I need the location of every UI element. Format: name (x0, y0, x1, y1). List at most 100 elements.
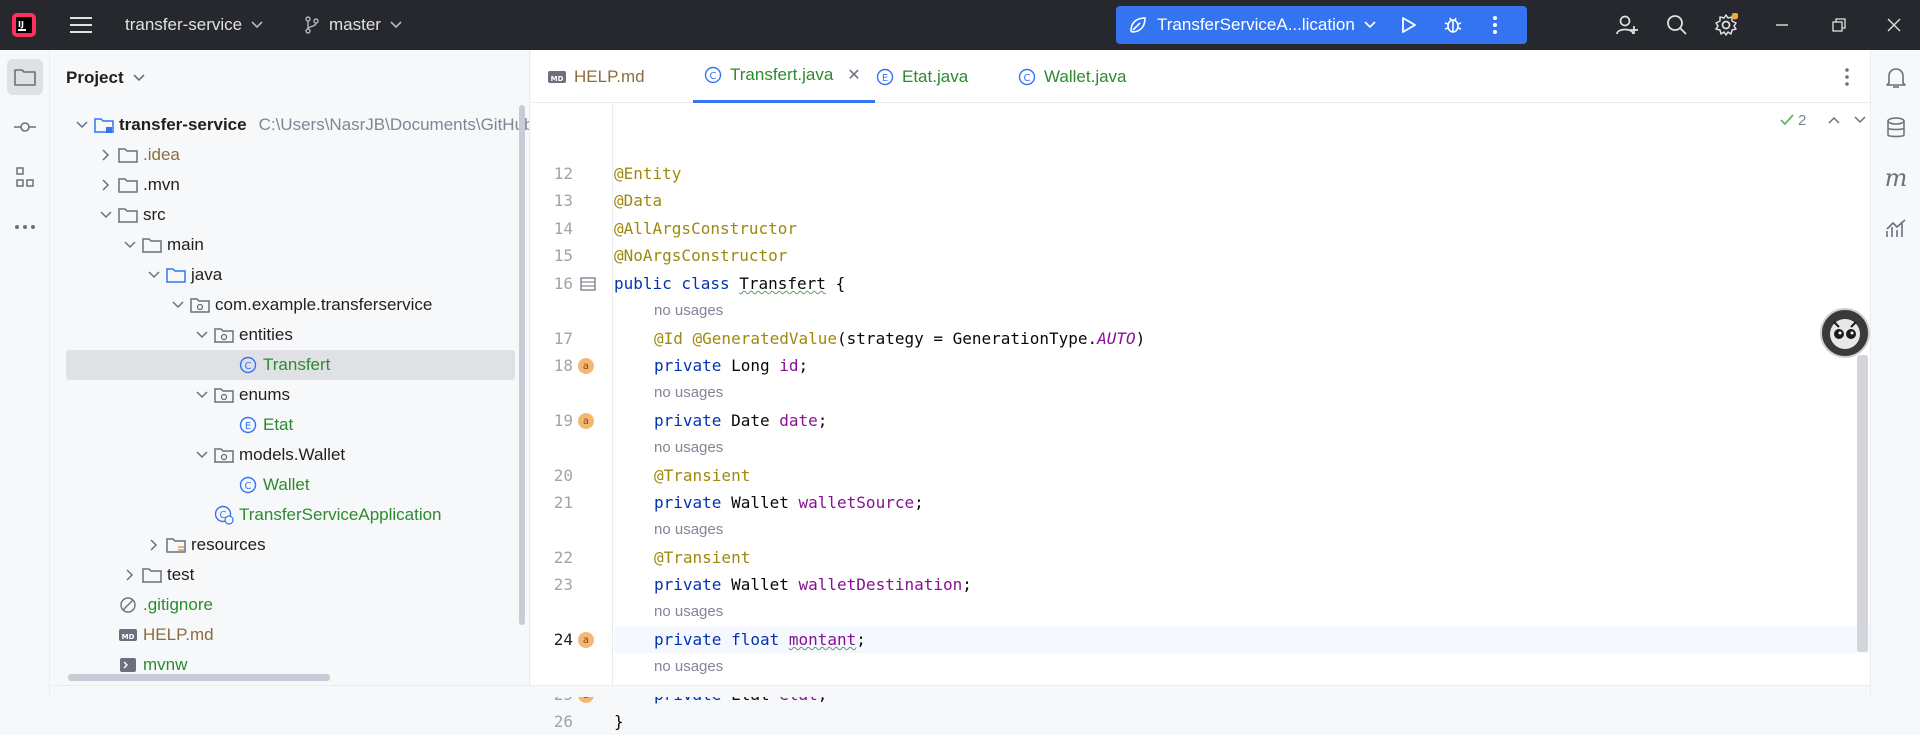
tree-item-label: TransferServiceApplication (239, 505, 442, 524)
structure-tool-button[interactable] (7, 159, 43, 195)
chevron-right-icon[interactable] (143, 539, 165, 551)
restore-icon (1832, 18, 1846, 32)
resources-folder-icon (165, 534, 187, 556)
tree-item-help-md[interactable]: MD HELP.md (66, 620, 515, 650)
tree-item-resources[interactable]: resources (66, 530, 515, 560)
tree-item-gitignore[interactable]: .gitignore (66, 590, 515, 620)
main-menu-icon[interactable] (70, 0, 92, 50)
chevron-right-icon[interactable] (119, 569, 141, 581)
chevron-right-icon[interactable] (95, 179, 117, 191)
project-horizontal-scrollbar[interactable] (68, 674, 330, 681)
line-number: 24 (553, 630, 573, 649)
more-actions-button[interactable] (1492, 6, 1498, 44)
tree-item-wallet[interactable]: C Wallet (66, 470, 515, 500)
tree-item-label: mvnw (143, 655, 188, 674)
tabs-more-button[interactable] (1837, 65, 1857, 89)
tree-item-label: .gitignore (143, 595, 213, 614)
tree-item-entities[interactable]: entities (66, 320, 515, 350)
tree-item-main[interactable]: main (66, 230, 515, 260)
floating-avatar[interactable] (1820, 308, 1870, 358)
editor-vertical-scrollbar[interactable] (1857, 355, 1868, 652)
close-window-button[interactable] (1887, 0, 1901, 50)
class-hierarchy-icon[interactable] (580, 277, 596, 296)
commit-icon (14, 122, 36, 132)
database-button[interactable] (1878, 110, 1914, 146)
restore-button[interactable] (1832, 0, 1846, 50)
tree-root-transfer-service[interactable]: transfer-service C:\Users\NasrJB\Documen… (66, 110, 529, 140)
root-path: C:\Users\NasrJB\Documents\GitHub (258, 115, 530, 134)
search-icon (1667, 15, 1687, 35)
more-tools-button[interactable] (7, 209, 43, 245)
run-button[interactable] (1398, 6, 1418, 44)
search-button[interactable] (1666, 0, 1688, 50)
tree-item-package[interactable]: com.example.transferservice (66, 290, 515, 320)
usage-hint[interactable]: no usages (654, 379, 723, 406)
usage-hint[interactable]: no usages (654, 516, 723, 543)
close-tab-icon[interactable]: ✕ (847, 65, 860, 85)
minimize-button[interactable] (1775, 0, 1789, 50)
tree-item-models-wallet[interactable]: models.Wallet (66, 440, 515, 470)
chevron-up-icon[interactable] (1828, 116, 1840, 124)
project-tool-button[interactable] (7, 59, 43, 95)
chevron-down-icon[interactable] (191, 391, 213, 399)
field-annotation-icon[interactable]: a (578, 632, 594, 648)
chevron-down-icon[interactable] (95, 211, 117, 219)
chevron-down-icon[interactable] (119, 241, 141, 249)
folder-icon (117, 204, 139, 226)
usage-hint[interactable]: no usages (654, 653, 723, 680)
tab-wallet-java[interactable]: C Wallet.java (1017, 50, 1127, 103)
debug-button[interactable] (1443, 6, 1463, 44)
tree-item-idea[interactable]: .idea (66, 140, 515, 170)
tab-help-md[interactable]: MD HELP.md (547, 50, 645, 103)
tree-item-java[interactable]: java (66, 260, 515, 290)
tree-item-test[interactable]: test (66, 560, 515, 590)
profiler-button[interactable] (1878, 210, 1914, 246)
tree-item-enums[interactable]: enums (66, 380, 515, 410)
project-panel-header[interactable]: Project (66, 50, 145, 105)
field-annotation-icon[interactable]: a (578, 358, 594, 374)
tree-item-transferserviceapplication[interactable]: C TransferServiceApplication (66, 500, 515, 530)
minimize-icon (1776, 24, 1788, 26)
code-line: private Long id; (654, 356, 809, 375)
notifications-button[interactable] (1878, 60, 1914, 96)
usage-hint[interactable]: no usages (654, 434, 723, 461)
chevron-down-icon (390, 21, 402, 29)
intellij-logo-icon[interactable]: IJ (11, 0, 37, 50)
line-number: 22 (553, 548, 573, 567)
commit-tool-button[interactable] (7, 109, 43, 145)
settings-button[interactable] (1714, 0, 1738, 50)
tree-item-transfert[interactable]: C Transfert (66, 350, 515, 380)
run-config-selector[interactable]: TransferServiceA...lication (1128, 6, 1376, 44)
line-number: 18 (553, 356, 573, 375)
chevron-right-icon[interactable] (95, 149, 117, 161)
project-selector[interactable]: transfer-service (125, 0, 263, 50)
usage-hint[interactable]: no usages (654, 598, 723, 625)
structure-icon (16, 167, 34, 187)
usage-hint[interactable]: no usages (654, 297, 723, 324)
chevron-down-icon[interactable] (191, 451, 213, 459)
chevron-down-icon[interactable] (71, 121, 93, 129)
add-user-button[interactable] (1615, 0, 1639, 50)
line-number: 21 (553, 493, 573, 512)
chevron-down-icon[interactable] (1854, 116, 1866, 124)
tree-item-label: Etat (263, 415, 294, 434)
field-annotation-icon[interactable]: a (578, 413, 594, 429)
class-icon: C (237, 354, 259, 376)
chevron-down-icon[interactable] (167, 301, 189, 309)
tab-transfert-java[interactable]: C Transfert.java ✕ (693, 50, 875, 103)
branch-selector[interactable]: master (304, 0, 402, 50)
tree-item-etat[interactable]: E Etat (66, 410, 515, 440)
folder-icon (117, 174, 139, 196)
code-line: public class Transfert { (614, 274, 846, 293)
code-view[interactable]: @Entity @Data @AllArgsConstructor @NoArg… (614, 103, 1905, 731)
bell-icon (1886, 68, 1906, 88)
branch-icon (305, 16, 319, 34)
tree-item-mvn[interactable]: .mvn (66, 170, 515, 200)
tab-etat-java[interactable]: E Etat.java (875, 50, 968, 103)
chevron-down-icon[interactable] (191, 331, 213, 339)
bottom-strip (51, 685, 1870, 697)
chevron-down-icon[interactable] (143, 271, 165, 279)
project-vertical-scrollbar[interactable] (519, 105, 525, 625)
tree-item-src[interactable]: src (66, 200, 515, 230)
maven-button[interactable]: m (1878, 160, 1914, 196)
